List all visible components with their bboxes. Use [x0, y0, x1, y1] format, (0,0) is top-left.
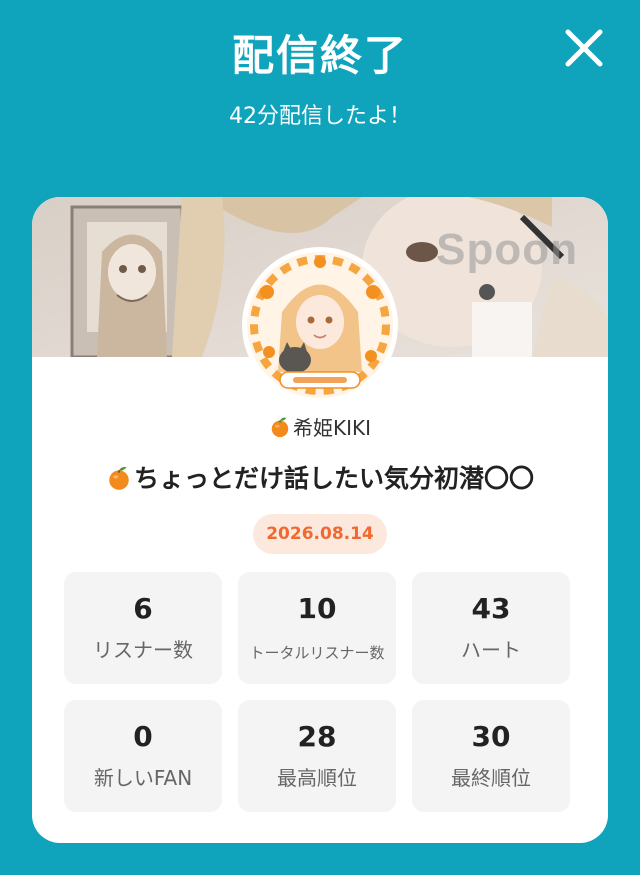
stat-value: 0 [133, 720, 153, 753]
stream-title-text: ちょっとだけ話したい気分初潜〇〇 [133, 464, 534, 493]
tangerine-icon [271, 417, 289, 438]
stat-value: 28 [297, 720, 337, 753]
stat-label: 最高順位 [277, 766, 357, 790]
stat-value: 10 [297, 592, 337, 625]
stream-title: ちょっとだけ話したい気分初潜〇〇 [32, 459, 608, 495]
broadcast-duration: 42分配信したよ！ [229, 104, 411, 129]
close-button[interactable] [560, 24, 608, 72]
spoon-watermark: Spoon [436, 225, 578, 274]
stat-label: トータルリスナー数 [249, 644, 385, 662]
tangerine-icon [109, 466, 129, 490]
avatar [242, 247, 398, 403]
stat-total-listeners: 10 トータルリスナー数 [238, 572, 396, 684]
stat-label: リスナー数 [93, 638, 193, 662]
page-title: 配信終了 [231, 31, 408, 80]
stat-new-fans: 0 新しいFAN [64, 700, 222, 812]
stat-label: 最終順位 [451, 766, 531, 790]
stat-value: 30 [471, 720, 511, 753]
stat-label: 新しいFAN [93, 766, 193, 790]
streamer-name: 希姫KIKI [32, 412, 608, 441]
stat-label: ハート [461, 638, 521, 662]
broadcast-date-badge: 2026.08.14 [253, 514, 387, 554]
stats-grid: 6 リスナー数 10 トータルリスナー数 43 ハート 0 新しいFAN 28 … [64, 572, 570, 812]
stat-hearts: 43 ハート [412, 572, 570, 684]
stat-value: 6 [133, 592, 153, 625]
streamer-name-text: 希姫KIKI [292, 416, 372, 440]
stat-final-rank: 30 最終順位 [412, 700, 570, 812]
stat-highest-rank: 28 最高順位 [238, 700, 396, 812]
stat-value: 43 [471, 592, 511, 625]
stat-listeners: 6 リスナー数 [64, 572, 222, 684]
broadcast-summary-card: Spoon 希姫KIKI ちょっとだけ話したい気分初潜〇〇 2026.08.14… [32, 197, 608, 843]
broadcast-end-screen: 配信終了 42分配信したよ！ Spoon 希姫KIKI ちょっとだけ話したい気分… [0, 0, 640, 875]
close-icon [565, 29, 603, 67]
